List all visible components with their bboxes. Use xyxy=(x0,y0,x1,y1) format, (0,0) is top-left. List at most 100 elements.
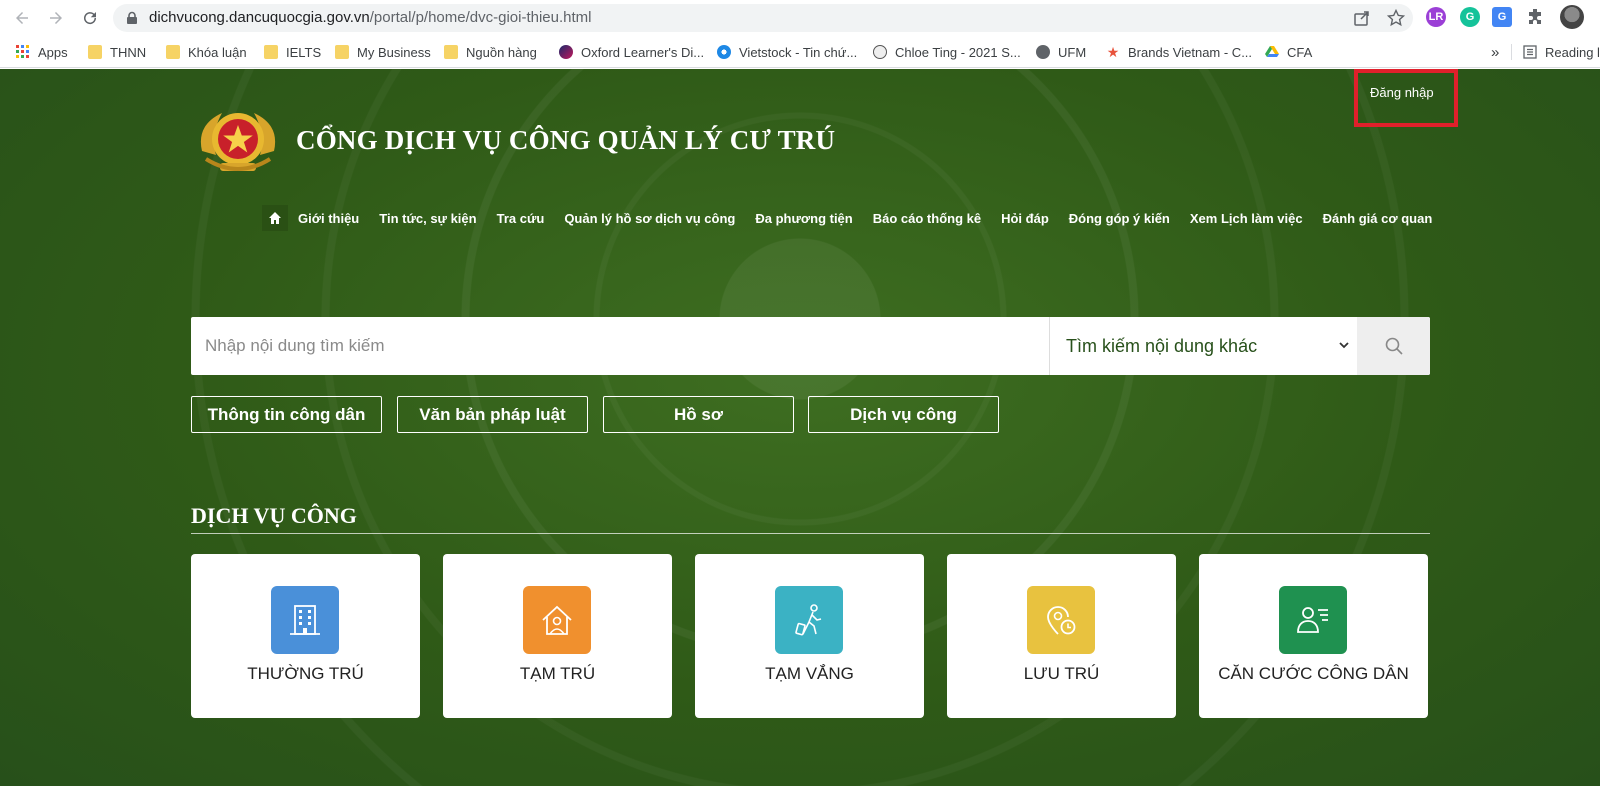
globe-icon xyxy=(1036,45,1050,59)
portal-page: Đăng nhập CỔNG DỊCH VỤ CÔNG QUẢN LÝ CƯ T… xyxy=(0,69,1600,786)
quick-button-ho-so[interactable]: Hồ sơ xyxy=(603,396,794,433)
folder-icon xyxy=(88,45,102,59)
bookmark-label: Chloe Ting - 2021 S... xyxy=(895,44,1021,60)
login-link[interactable]: Đăng nhập xyxy=(1354,69,1458,127)
chloe-icon xyxy=(873,45,887,59)
bookmark-label: THNN xyxy=(110,44,147,60)
service-card-label: CĂN CƯỚC CÔNG DÂN xyxy=(1218,664,1409,683)
chevron-down-icon xyxy=(1339,342,1349,349)
bookmark-my-business[interactable]: My Business xyxy=(335,42,431,62)
service-card-can-cuoc-cong-dan[interactable]: CĂN CƯỚC CÔNG DÂN xyxy=(1199,554,1428,718)
bookmark-label: My Business xyxy=(357,44,431,60)
police-emblem-logo xyxy=(200,113,276,171)
forward-icon[interactable] xyxy=(44,6,68,30)
menu-item-dong-gop[interactable]: Đóng góp ý kiến xyxy=(1069,211,1170,226)
site-title: CỔNG DỊCH VỤ CÔNG QUẢN LÝ CƯ TRÚ xyxy=(296,125,836,155)
reading-list-icon xyxy=(1523,45,1537,59)
folder-icon xyxy=(335,45,349,59)
folder-icon xyxy=(444,45,458,59)
home-button[interactable] xyxy=(262,205,288,231)
grammarly-icon[interactable]: G xyxy=(1460,7,1480,27)
menu-item-tra-cuu[interactable]: Tra cứu xyxy=(497,211,545,226)
search-icon xyxy=(1385,337,1403,355)
house-person-icon xyxy=(523,586,591,654)
bookmark-oxford[interactable]: Oxford Learner's Di... xyxy=(559,42,704,62)
lock-icon xyxy=(127,11,137,24)
menu-item-quan-ly-ho-so[interactable]: Quản lý hồ sơ dịch vụ công xyxy=(564,211,735,226)
bookmark-thnn[interactable]: THNN xyxy=(88,42,146,62)
bookmark-label: Vietstock - Tin chứ... xyxy=(739,44,858,60)
bookmark-label: Apps xyxy=(38,44,68,60)
share-icon[interactable] xyxy=(1353,9,1371,27)
search-type-select[interactable]: Tìm kiếm nội dung khác xyxy=(1050,317,1357,375)
section-divider xyxy=(191,533,1430,534)
service-card-thuong-tru[interactable]: THƯỜNG TRÚ xyxy=(191,554,420,718)
quick-button-dich-vu-cong[interactable]: Dịch vụ công xyxy=(808,396,999,433)
menu-item-danh-gia[interactable]: Đánh giá cơ quan xyxy=(1323,211,1433,226)
main-menu: Giới thiệu Tin tức, sự kiện Tra cứu Quản… xyxy=(262,205,1442,231)
quick-button-thong-tin-cong-dan[interactable]: Thông tin công dân xyxy=(191,396,382,433)
extension-lr-icon[interactable]: LR xyxy=(1426,7,1446,27)
bookmarks-overflow[interactable]: » xyxy=(1491,42,1499,62)
profile-avatar[interactable] xyxy=(1560,5,1584,29)
building-icon xyxy=(271,586,339,654)
reload-icon[interactable] xyxy=(78,6,102,30)
address-bar[interactable]: dichvucong.dancuquocgia.gov.vn/portal/p/… xyxy=(113,4,1413,32)
bookmark-nguon-hang[interactable]: Nguồn hàng xyxy=(444,42,537,62)
apps-grid-icon xyxy=(16,45,29,58)
oxford-icon xyxy=(559,45,573,59)
bookmark-cfa[interactable]: CFA xyxy=(1265,42,1312,62)
extensions-puzzle-icon[interactable] xyxy=(1526,7,1546,27)
service-card-tam-tru[interactable]: TẠM TRÚ xyxy=(443,554,672,718)
bookmark-brands-vietnam[interactable]: ★ Brands Vietnam - C... xyxy=(1106,42,1252,62)
bookmark-khoa-luan[interactable]: Khóa luận xyxy=(166,42,247,62)
bookmark-ielts[interactable]: IELTS xyxy=(264,42,321,62)
bookmarks-divider xyxy=(1511,44,1512,60)
search-input[interactable] xyxy=(191,317,1049,375)
url-text: dichvucong.dancuquocgia.gov.vn/portal/p/… xyxy=(149,9,592,26)
bookmark-star-icon[interactable] xyxy=(1387,9,1405,27)
folder-icon xyxy=(264,45,278,59)
service-card-luu-tru[interactable]: LƯU TRÚ xyxy=(947,554,1176,718)
menu-item-tin-tuc[interactable]: Tin tức, sự kiện xyxy=(379,211,476,226)
service-card-tam-vang[interactable]: TẠM VẮNG xyxy=(695,554,924,718)
menu-item-da-phuong-tien[interactable]: Đa phương tiện xyxy=(755,211,852,226)
reading-list[interactable]: Reading l xyxy=(1523,42,1600,62)
search-type-value: Tìm kiếm nội dung khác xyxy=(1066,335,1258,356)
translate-icon[interactable]: G xyxy=(1492,7,1512,27)
bookmark-label: UFM xyxy=(1058,44,1087,60)
bookmark-label: Oxford Learner's Di... xyxy=(581,44,705,60)
folder-icon xyxy=(166,45,180,59)
star-icon: ★ xyxy=(1106,44,1120,60)
location-clock-icon xyxy=(1027,586,1095,654)
bookmark-apps[interactable]: Apps xyxy=(16,42,68,62)
menu-item-lich-lam-viec[interactable]: Xem Lịch làm việc xyxy=(1190,211,1303,226)
drive-icon xyxy=(1265,46,1279,57)
service-card-label: TẠM TRÚ xyxy=(519,664,596,683)
bookmark-ufm[interactable]: UFM xyxy=(1036,42,1086,62)
quick-button-van-ban-phap-luat[interactable]: Văn bản pháp luật xyxy=(397,396,588,433)
back-icon[interactable] xyxy=(10,6,34,30)
services-section-title: DỊCH VỤ CÔNG xyxy=(191,503,357,528)
bookmark-label: Khóa luận xyxy=(188,44,247,60)
menu-item-bao-cao[interactable]: Báo cáo thống kê xyxy=(873,211,981,226)
service-card-label: THƯỜNG TRÚ xyxy=(247,664,364,683)
bookmark-chloe[interactable]: Chloe Ting - 2021 S... xyxy=(873,42,1021,62)
search-button[interactable] xyxy=(1357,317,1430,375)
vietstock-icon xyxy=(717,45,731,59)
browser-toolbar: dichvucong.dancuquocgia.gov.vn/portal/p/… xyxy=(0,0,1600,35)
bookmark-label: IELTS xyxy=(286,44,322,60)
bookmark-label: CFA xyxy=(1287,44,1313,60)
menu-item-hoi-dap[interactable]: Hỏi đáp xyxy=(1001,211,1049,226)
bookmarks-bar: Apps THNN Khóa luận IELTS My Business Ng… xyxy=(0,35,1600,68)
bookmark-vietstock[interactable]: Vietstock - Tin chứ... xyxy=(717,42,857,62)
service-card-label: LƯU TRÚ xyxy=(1023,664,1100,683)
home-icon xyxy=(269,212,281,224)
reading-list-label: Reading l xyxy=(1545,44,1600,60)
login-label: Đăng nhập xyxy=(1370,85,1434,100)
search-bar: Tìm kiếm nội dung khác xyxy=(191,317,1430,375)
service-card-label: TẠM VẮNG xyxy=(765,664,854,683)
traveler-icon xyxy=(775,586,843,654)
id-card-icon xyxy=(1279,586,1347,654)
menu-item-gioi-thieu[interactable]: Giới thiệu xyxy=(298,211,359,226)
